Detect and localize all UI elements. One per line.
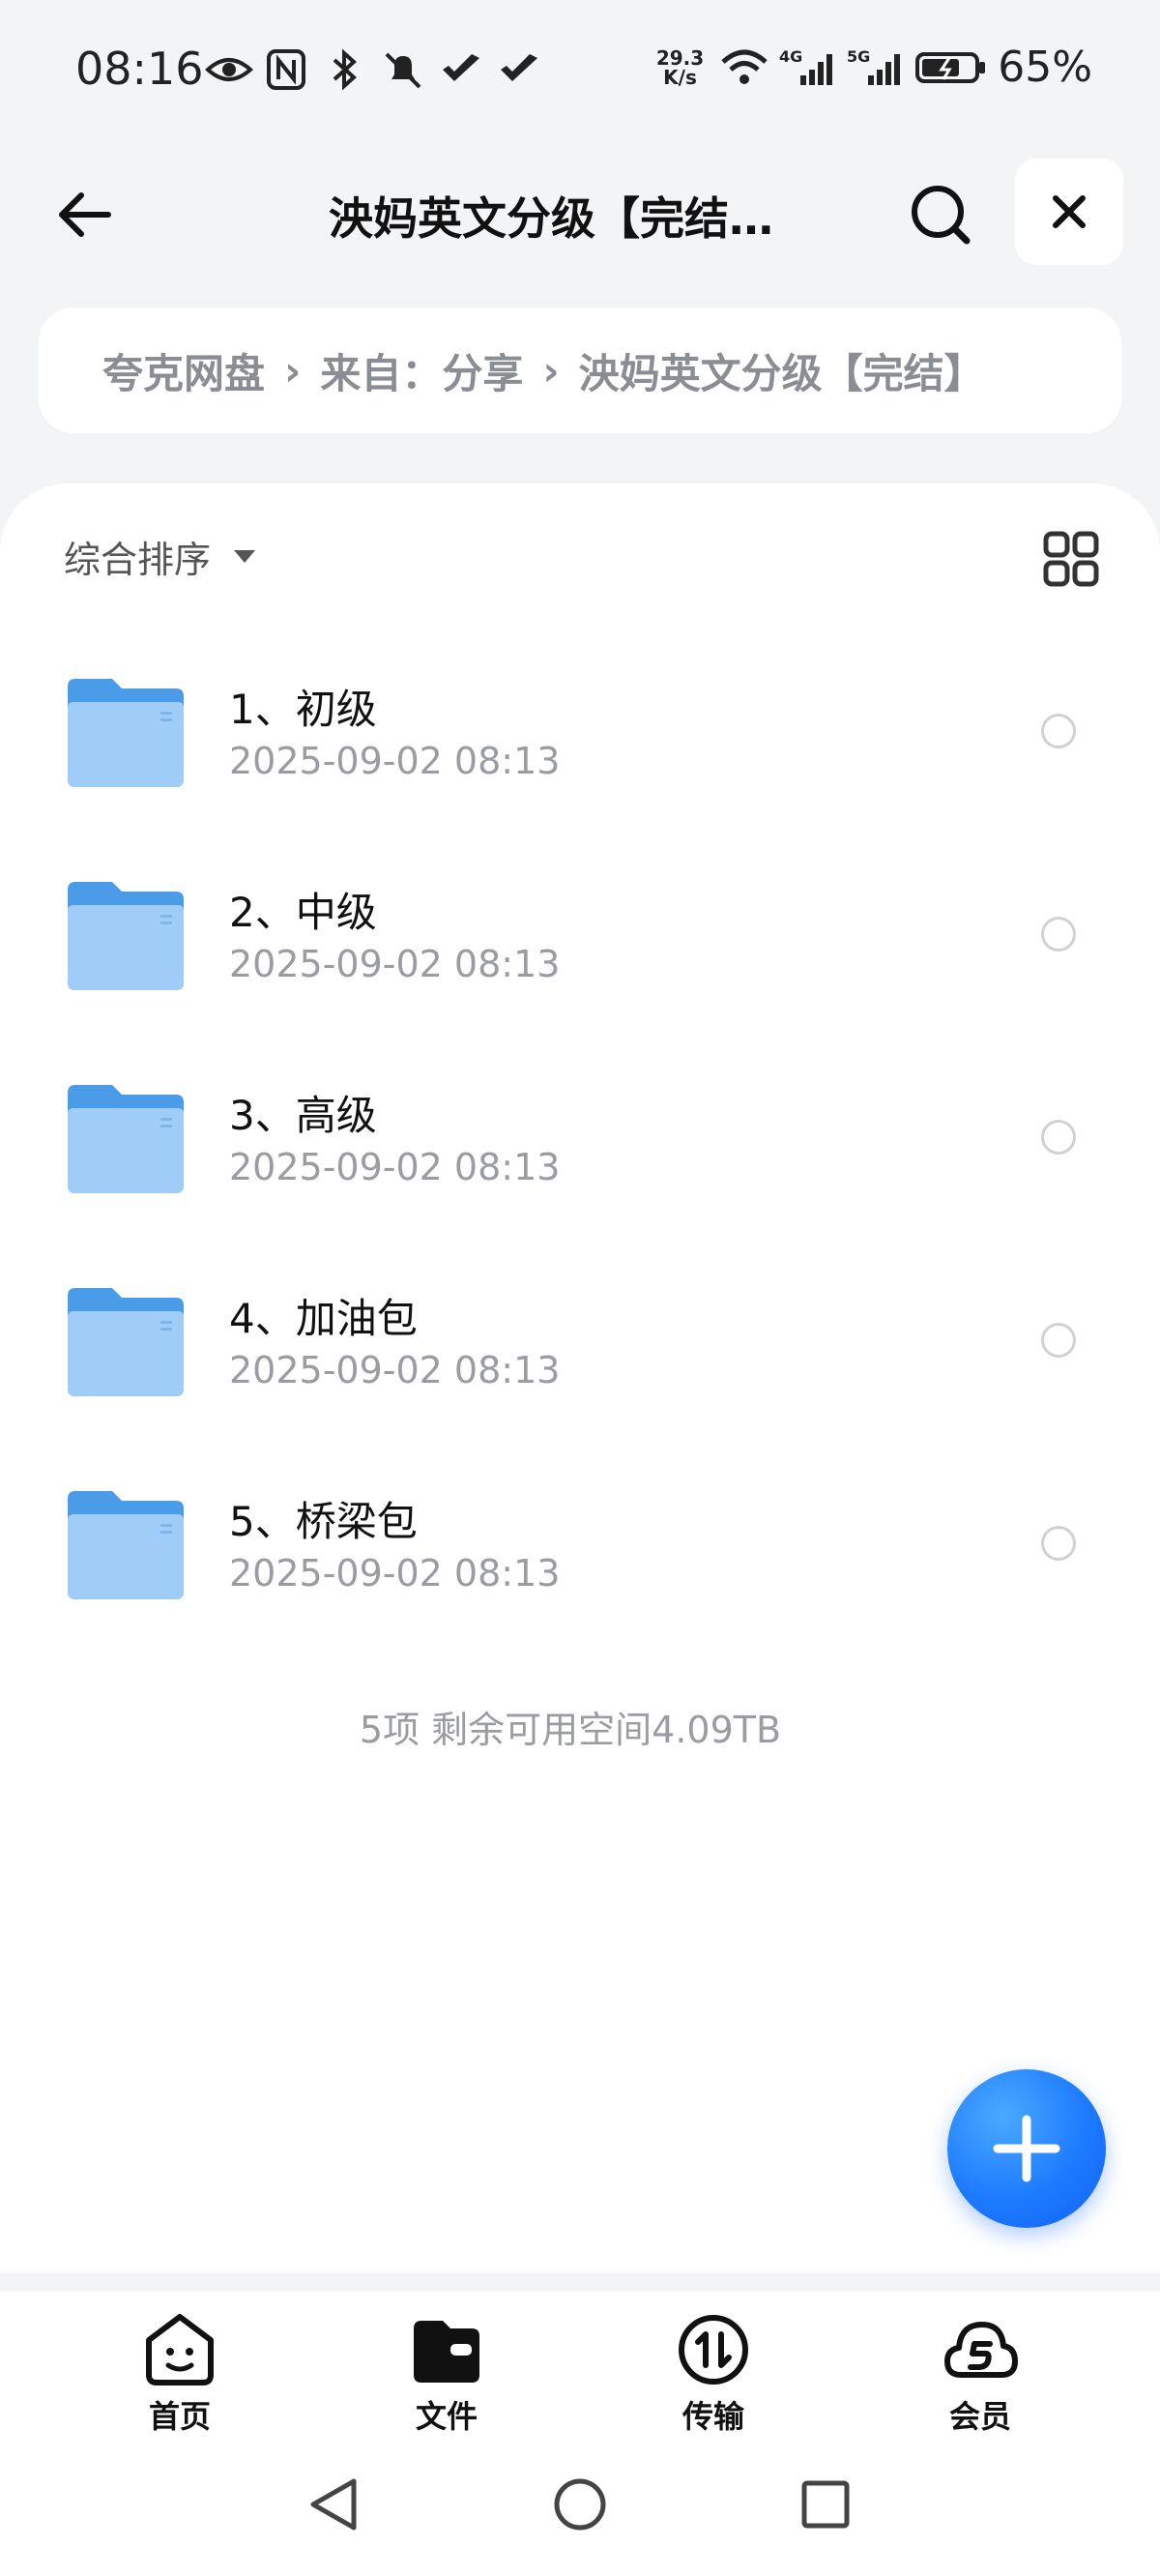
storage-info: 5项 剩余可用空间4.09TB — [359, 1709, 782, 1751]
file-date: 2025-09-02 08:13 — [229, 740, 561, 782]
caret-down-icon — [234, 550, 256, 563]
net-speed: 29.3 K/s — [656, 48, 704, 87]
folder-icon — [68, 1491, 184, 1599]
add-button[interactable] — [947, 2069, 1106, 2228]
breadcrumb-item-current[interactable]: 泱妈英文分级【完结】 — [579, 341, 985, 400]
breadcrumb: 夸克网盘 › 来自：分享 › 泱妈英文分级【完结】 — [39, 307, 1121, 433]
nav-label-transfer: 传输 — [682, 2398, 744, 2435]
close-button[interactable] — [1015, 159, 1123, 265]
network-5g-label: 5G — [847, 47, 870, 66]
select-radio[interactable] — [1041, 1120, 1076, 1155]
search-button[interactable] — [904, 178, 977, 251]
file-name: 5、桥梁包 — [229, 1498, 418, 1545]
circle-home-icon — [554, 2478, 606, 2531]
nav-item-home[interactable]: 首页 — [102, 2311, 257, 2437]
select-radio[interactable] — [1041, 1526, 1076, 1561]
grid-view-icon[interactable] — [1040, 528, 1102, 590]
plus-icon — [993, 2115, 1060, 2182]
folder-icon — [68, 679, 184, 787]
nfc-icon — [267, 49, 305, 90]
cloud-s-icon — [944, 2322, 1018, 2378]
nav-item-transfer[interactable]: 传输 — [636, 2311, 791, 2437]
select-radio[interactable] — [1041, 917, 1076, 951]
system-home-button[interactable] — [541, 2466, 619, 2543]
file-name: 3、高级 — [229, 1092, 377, 1139]
bottom-nav: 首页 文件 传输 会员 — [0, 2292, 1160, 2437]
signal-4g-icon: 4G — [779, 47, 833, 85]
file-sheet: 综合排序 1、初级 2025-09-02 08:13 2、中级 2025-09-… — [0, 483, 1160, 2272]
app-notification-icon — [443, 54, 479, 81]
system-nav-bar — [0, 2437, 1160, 2576]
file-date: 2025-09-02 08:13 — [229, 1349, 561, 1391]
folder-wallet-icon — [414, 2321, 479, 2383]
folder-icon — [68, 882, 184, 990]
home-face-icon — [146, 2314, 214, 2386]
file-name: 2、中级 — [229, 889, 377, 936]
search-icon — [912, 186, 971, 245]
close-icon — [1053, 195, 1086, 228]
arrow-left-icon — [59, 192, 111, 237]
bluetooth-icon — [333, 48, 357, 91]
chevron-right-icon: › — [542, 346, 560, 395]
select-radio[interactable] — [1041, 1323, 1076, 1358]
sort-label: 综合排序 — [64, 539, 212, 581]
list-item[interactable]: 4、加油包 2025-09-02 08:13 — [0, 1257, 1160, 1460]
folder-icon — [68, 1085, 184, 1193]
battery-charging-icon — [915, 51, 986, 83]
list-item[interactable]: 5、桥梁包 2025-09-02 08:13 — [0, 1460, 1160, 1663]
app-notification-icon — [501, 54, 537, 81]
system-back-button[interactable] — [296, 2466, 373, 2543]
nav-item-vip[interactable]: 会员 — [903, 2311, 1058, 2437]
nav-label-home: 首页 — [148, 2398, 211, 2435]
signal-5g-icon: 5G — [847, 47, 901, 85]
sort-dropdown[interactable]: 综合排序 — [64, 530, 256, 583]
list-item[interactable]: 1、初级 2025-09-02 08:13 — [0, 648, 1160, 851]
net-speed-unit: K/s — [663, 65, 697, 89]
file-list: 1、初级 2025-09-02 08:13 2、中级 2025-09-02 08… — [0, 648, 1160, 1663]
system-recents-button[interactable] — [787, 2466, 864, 2543]
folder-icon — [68, 1288, 184, 1396]
net-speed-value: 29.3 — [655, 45, 705, 70]
file-date: 2025-09-02 08:13 — [229, 943, 561, 985]
status-time: 08:16 — [75, 43, 204, 95]
file-date: 2025-09-02 08:13 — [229, 1552, 561, 1595]
breadcrumb-item-root[interactable]: 夸克网盘 — [102, 341, 265, 400]
file-name: 1、初级 — [229, 686, 377, 733]
status-bar: 08:16 29.3 K/s 4G 5G 65% — [0, 0, 1160, 145]
network-4g-label: 4G — [779, 47, 802, 66]
back-button[interactable] — [50, 180, 120, 249]
bell-off-icon — [385, 52, 421, 89]
square-recents-icon — [801, 2480, 850, 2529]
nav-label-vip: 会员 — [948, 2398, 1011, 2435]
breadcrumb-item-share[interactable]: 来自：分享 — [320, 341, 523, 400]
status-right: 29.3 K/s 4G 5G 65% — [656, 43, 1092, 92]
select-radio[interactable] — [1041, 714, 1076, 748]
nav-label-files: 文件 — [415, 2398, 478, 2435]
list-item[interactable]: 2、中级 2025-09-02 08:13 — [0, 851, 1160, 1054]
list-item[interactable]: 3、高级 2025-09-02 08:13 — [0, 1054, 1160, 1257]
page-title: 泱妈英文分级【完结… — [329, 192, 773, 245]
transfer-icon — [679, 2315, 748, 2385]
battery-percent: 65% — [998, 43, 1092, 92]
wifi-icon — [721, 49, 768, 84]
nav-item-files[interactable]: 文件 — [369, 2311, 524, 2437]
file-name: 4、加油包 — [229, 1295, 418, 1342]
status-icons-left — [205, 48, 543, 91]
eye-icon — [205, 58, 253, 81]
chevron-right-icon: › — [284, 346, 302, 395]
triangle-back-icon — [310, 2478, 357, 2531]
file-date: 2025-09-02 08:13 — [229, 1146, 561, 1188]
